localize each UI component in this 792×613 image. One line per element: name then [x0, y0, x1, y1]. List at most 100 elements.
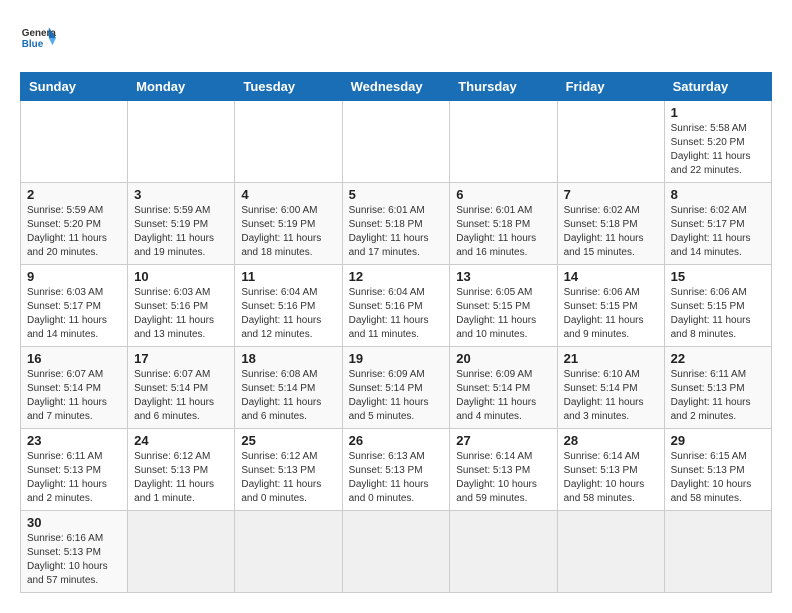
- calendar-cell: 5 Sunrise: 6:01 AM Sunset: 5:18 PM Daylig…: [342, 183, 450, 265]
- day-info: Sunrise: 6:06 AM Sunset: 5:15 PM Dayligh…: [564, 286, 658, 342]
- day-info: Sunrise: 6:05 AM Sunset: 5:15 PM Dayligh…: [456, 286, 550, 342]
- calendar-cell: 28 Sunrise: 6:14 AM Sunset: 5:13 PM Dayli…: [557, 429, 664, 511]
- calendar-cell: [342, 511, 450, 593]
- svg-text:Blue: Blue: [22, 39, 44, 50]
- calendar-cell: 29 Sunrise: 6:15 AM Sunset: 5:13 PM Dayli…: [664, 429, 771, 511]
- day-header-saturday: Saturday: [664, 73, 771, 101]
- day-header-monday: Monday: [128, 73, 235, 101]
- calendar-cell: 6 Sunrise: 6:01 AM Sunset: 5:18 PM Daylig…: [450, 183, 557, 265]
- day-number: 11: [241, 269, 335, 284]
- calendar-cell: 12 Sunrise: 6:04 AM Sunset: 5:16 PM Dayli…: [342, 265, 450, 347]
- day-number: 21: [564, 351, 658, 366]
- day-number: 4: [241, 187, 335, 202]
- day-info: Sunrise: 5:59 AM Sunset: 5:20 PM Dayligh…: [27, 204, 121, 260]
- day-number: 8: [671, 187, 765, 202]
- day-info: Sunrise: 6:12 AM Sunset: 5:13 PM Dayligh…: [241, 450, 335, 506]
- day-number: 25: [241, 433, 335, 448]
- calendar-header-row: SundayMondayTuesdayWednesdayThursdayFrid…: [21, 73, 772, 101]
- day-number: 6: [456, 187, 550, 202]
- day-info: Sunrise: 6:00 AM Sunset: 5:19 PM Dayligh…: [241, 204, 335, 260]
- calendar-cell: 3Sunrise: 5:59 AM Sunset: 5:19 PM Daylig…: [128, 183, 235, 265]
- calendar-cell: [21, 101, 128, 183]
- calendar-cell: 16Sunrise: 6:07 AM Sunset: 5:14 PM Dayli…: [21, 347, 128, 429]
- calendar-cell: [450, 511, 557, 593]
- day-header-tuesday: Tuesday: [235, 73, 342, 101]
- day-info: Sunrise: 6:09 AM Sunset: 5:14 PM Dayligh…: [456, 368, 550, 424]
- day-info: Sunrise: 6:10 AM Sunset: 5:14 PM Dayligh…: [564, 368, 658, 424]
- day-number: 12: [349, 269, 444, 284]
- day-number: 14: [564, 269, 658, 284]
- calendar-cell: [557, 511, 664, 593]
- day-info: Sunrise: 6:16 AM Sunset: 5:13 PM Dayligh…: [27, 532, 121, 588]
- calendar-cell: 24 Sunrise: 6:12 AM Sunset: 5:13 PM Dayli…: [128, 429, 235, 511]
- calendar-cell: [342, 101, 450, 183]
- calendar-cell: 19 Sunrise: 6:09 AM Sunset: 5:14 PM Dayli…: [342, 347, 450, 429]
- day-info: Sunrise: 6:13 AM Sunset: 5:13 PM Dayligh…: [349, 450, 444, 506]
- calendar-cell: 23 Sunrise: 6:11 AM Sunset: 5:13 PM Dayli…: [21, 429, 128, 511]
- calendar-cell: 17 Sunrise: 6:07 AM Sunset: 5:14 PM Dayli…: [128, 347, 235, 429]
- calendar-week-4: 16Sunrise: 6:07 AM Sunset: 5:14 PM Dayli…: [21, 347, 772, 429]
- calendar-cell: 22Sunrise: 6:11 AM Sunset: 5:13 PM Dayli…: [664, 347, 771, 429]
- calendar-cell: 20 Sunrise: 6:09 AM Sunset: 5:14 PM Dayli…: [450, 347, 557, 429]
- day-info: Sunrise: 6:15 AM Sunset: 5:13 PM Dayligh…: [671, 450, 765, 506]
- calendar-cell: 26 Sunrise: 6:13 AM Sunset: 5:13 PM Dayli…: [342, 429, 450, 511]
- day-header-friday: Friday: [557, 73, 664, 101]
- calendar-cell: [235, 101, 342, 183]
- day-info: Sunrise: 6:02 AM Sunset: 5:18 PM Dayligh…: [564, 204, 658, 260]
- day-info: Sunrise: 6:04 AM Sunset: 5:16 PM Dayligh…: [349, 286, 444, 342]
- day-number: 30: [27, 515, 121, 530]
- day-info: Sunrise: 6:01 AM Sunset: 5:18 PM Dayligh…: [456, 204, 550, 260]
- day-info: Sunrise: 6:11 AM Sunset: 5:13 PM Dayligh…: [27, 450, 121, 506]
- day-info: Sunrise: 6:06 AM Sunset: 5:15 PM Dayligh…: [671, 286, 765, 342]
- day-info: Sunrise: 6:04 AM Sunset: 5:16 PM Dayligh…: [241, 286, 335, 342]
- calendar-cell: 1Sunrise: 5:58 AM Sunset: 5:20 PM Daylig…: [664, 101, 771, 183]
- day-info: Sunrise: 6:14 AM Sunset: 5:13 PM Dayligh…: [456, 450, 550, 506]
- day-header-thursday: Thursday: [450, 73, 557, 101]
- day-number: 15: [671, 269, 765, 284]
- day-info: Sunrise: 5:59 AM Sunset: 5:19 PM Dayligh…: [134, 204, 228, 260]
- calendar-cell: [664, 511, 771, 593]
- calendar-cell: [450, 101, 557, 183]
- day-header-sunday: Sunday: [21, 73, 128, 101]
- calendar-cell: 18Sunrise: 6:08 AM Sunset: 5:14 PM Dayli…: [235, 347, 342, 429]
- calendar-cell: 30 Sunrise: 6:16 AM Sunset: 5:13 PM Dayli…: [21, 511, 128, 593]
- calendar-cell: 11 Sunrise: 6:04 AM Sunset: 5:16 PM Dayli…: [235, 265, 342, 347]
- day-number: 27: [456, 433, 550, 448]
- day-info: Sunrise: 6:12 AM Sunset: 5:13 PM Dayligh…: [134, 450, 228, 506]
- calendar-week-5: 23 Sunrise: 6:11 AM Sunset: 5:13 PM Dayli…: [21, 429, 772, 511]
- day-number: 9: [27, 269, 121, 284]
- day-number: 22: [671, 351, 765, 366]
- day-header-wednesday: Wednesday: [342, 73, 450, 101]
- day-info: Sunrise: 6:03 AM Sunset: 5:16 PM Dayligh…: [134, 286, 228, 342]
- day-info: Sunrise: 6:03 AM Sunset: 5:17 PM Dayligh…: [27, 286, 121, 342]
- day-number: 5: [349, 187, 444, 202]
- calendar-cell: 15 Sunrise: 6:06 AM Sunset: 5:15 PM Dayli…: [664, 265, 771, 347]
- day-number: 24: [134, 433, 228, 448]
- day-info: Sunrise: 6:02 AM Sunset: 5:17 PM Dayligh…: [671, 204, 765, 260]
- calendar-table: SundayMondayTuesdayWednesdayThursdayFrid…: [20, 72, 772, 593]
- calendar-week-2: 2Sunrise: 5:59 AM Sunset: 5:20 PM Daylig…: [21, 183, 772, 265]
- day-number: 20: [456, 351, 550, 366]
- day-info: Sunrise: 6:09 AM Sunset: 5:14 PM Dayligh…: [349, 368, 444, 424]
- day-number: 23: [27, 433, 121, 448]
- day-info: Sunrise: 6:07 AM Sunset: 5:14 PM Dayligh…: [134, 368, 228, 424]
- calendar-cell: 8 Sunrise: 6:02 AM Sunset: 5:17 PM Daylig…: [664, 183, 771, 265]
- day-number: 28: [564, 433, 658, 448]
- logo: General Blue: [20, 20, 56, 56]
- day-number: 19: [349, 351, 444, 366]
- calendar-cell: 4 Sunrise: 6:00 AM Sunset: 5:19 PM Daylig…: [235, 183, 342, 265]
- page-header: General Blue: [20, 20, 772, 56]
- calendar-week-3: 9 Sunrise: 6:03 AM Sunset: 5:17 PM Daylig…: [21, 265, 772, 347]
- calendar-cell: 2Sunrise: 5:59 AM Sunset: 5:20 PM Daylig…: [21, 183, 128, 265]
- day-number: 7: [564, 187, 658, 202]
- day-number: 29: [671, 433, 765, 448]
- calendar-cell: 21 Sunrise: 6:10 AM Sunset: 5:14 PM Dayli…: [557, 347, 664, 429]
- day-info: Sunrise: 6:01 AM Sunset: 5:18 PM Dayligh…: [349, 204, 444, 260]
- day-info: Sunrise: 6:14 AM Sunset: 5:13 PM Dayligh…: [564, 450, 658, 506]
- day-number: 13: [456, 269, 550, 284]
- day-info: Sunrise: 5:58 AM Sunset: 5:20 PM Dayligh…: [671, 122, 765, 178]
- day-number: 17: [134, 351, 228, 366]
- calendar-week-6: 30 Sunrise: 6:16 AM Sunset: 5:13 PM Dayli…: [21, 511, 772, 593]
- day-number: 26: [349, 433, 444, 448]
- calendar-cell: [128, 511, 235, 593]
